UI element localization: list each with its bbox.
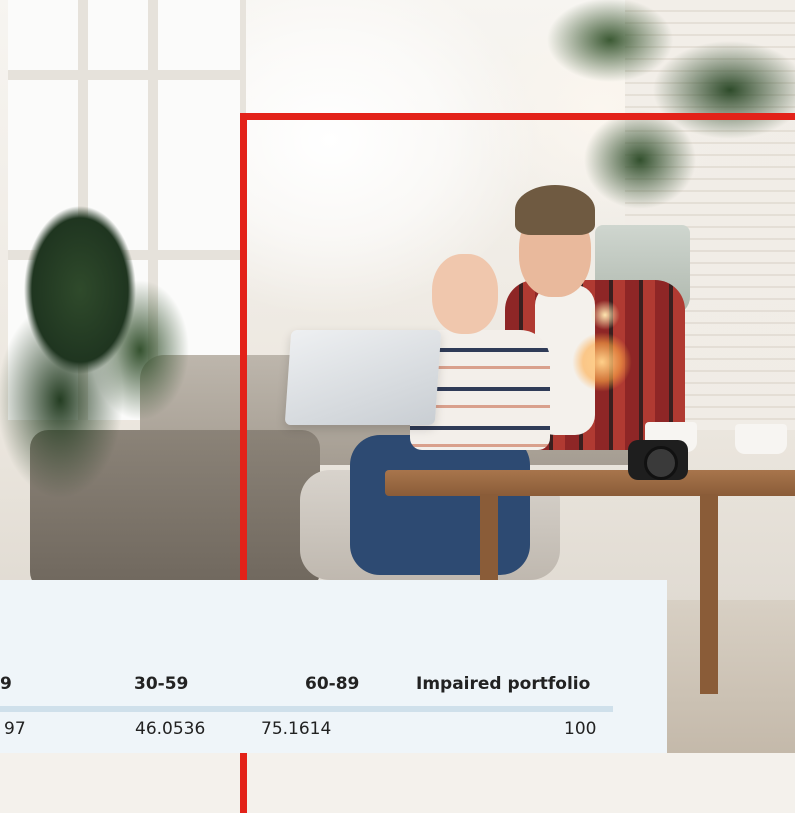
data-table: 9 30-59 60-89 Impaired portfolio 97 46.0…: [0, 580, 667, 753]
column-header: 30-59: [134, 674, 189, 694]
table-cell: 75.1614: [261, 719, 332, 739]
plant-left: [0, 140, 200, 570]
table-cell: 46.0536: [135, 719, 206, 739]
column-header: Impaired portfolio: [416, 674, 591, 694]
table-cell: 100: [564, 719, 597, 739]
table-header-row: 9 30-59 60-89 Impaired portfolio: [0, 674, 667, 694]
table-cell: 97: [4, 719, 26, 739]
column-header: 60-89: [305, 674, 360, 694]
table-divider: [0, 706, 613, 712]
column-header: 9: [0, 674, 12, 694]
